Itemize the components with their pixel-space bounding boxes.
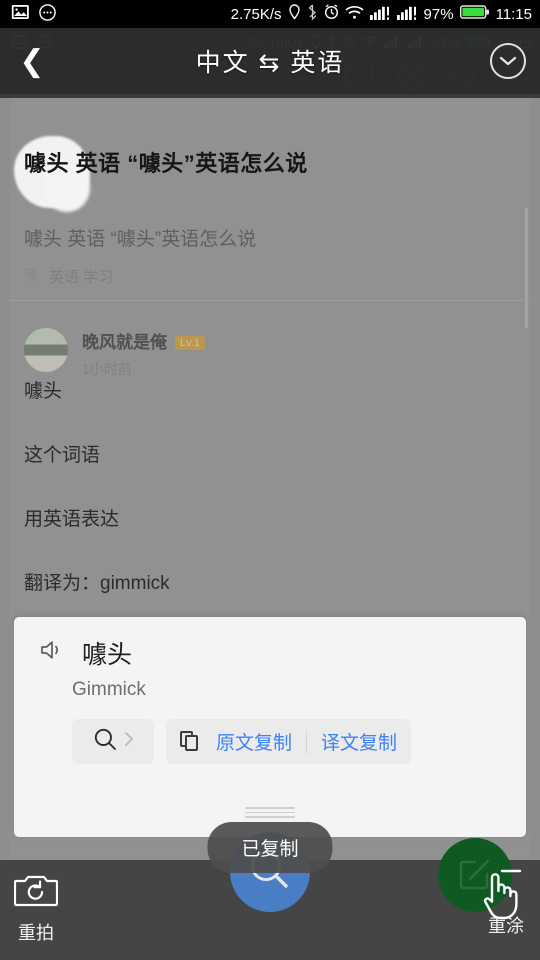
toast-message: 已复制 xyxy=(207,822,333,873)
tag-icon xyxy=(24,266,41,287)
location-icon xyxy=(288,4,301,24)
translate-header: ❮ 中文 ⇆ 英语 xyxy=(0,28,540,94)
level-badge: Lv.1 xyxy=(175,336,205,350)
poster-name-row: 晚风就是俺 Lv.1 xyxy=(82,328,205,353)
copy-icon[interactable] xyxy=(180,730,202,753)
copy-button-group: 原文复制 译文复制 xyxy=(166,719,412,764)
bottom-toolbar: 重拍 重涂 xyxy=(0,832,540,960)
answer-line-4: 翻译为：gimmick xyxy=(24,573,170,594)
poster-name: 晚风就是俺 xyxy=(82,333,167,352)
collapse-button[interactable] xyxy=(476,43,540,79)
retake-label: 重拍 xyxy=(18,923,54,943)
tag-row[interactable]: 英语 学习 xyxy=(24,266,113,287)
action-divider xyxy=(306,729,308,754)
signal-2-icon xyxy=(396,5,418,24)
scrollbar[interactable] xyxy=(525,208,528,328)
speaker-icon[interactable] xyxy=(40,639,66,668)
tag-label: 英语 学习 xyxy=(49,269,114,286)
alarm-icon xyxy=(324,4,339,24)
phone-screen: 29.19K/s 97% xyxy=(0,0,540,960)
clock: 11:15 xyxy=(495,5,532,23)
question-subtitle: 噱头 英语 “噱头”英语怎么说 xyxy=(24,229,257,250)
net-speed: 2.75K/s xyxy=(230,5,282,23)
copy-source-button[interactable]: 原文复制 xyxy=(216,728,292,755)
battery-icon xyxy=(459,4,490,24)
drag-handle-icon[interactable] xyxy=(245,807,295,819)
battery-percent: 97% xyxy=(423,5,454,23)
translate-title: 中文 ⇆ 英语 xyxy=(195,49,345,77)
poster-info[interactable]: 晚风就是俺 Lv.1 1小时前 xyxy=(24,328,205,379)
card-actions: 原文复制 译文复制 xyxy=(72,719,412,764)
source-word-row: 噱头 xyxy=(40,635,132,671)
answer-line-1: 噱头 xyxy=(24,381,63,402)
search-icon xyxy=(93,727,118,757)
avatar[interactable] xyxy=(24,328,68,372)
chat-icon xyxy=(39,3,56,25)
answer-line-2: 这个词语 xyxy=(24,445,101,466)
retake-button[interactable]: 重拍 xyxy=(13,872,59,945)
search-button[interactable] xyxy=(72,719,154,764)
chevron-right-icon xyxy=(124,731,134,752)
bluetooth-icon xyxy=(307,4,318,24)
pointing-hand-icon xyxy=(478,866,522,920)
wifi-icon xyxy=(344,5,364,24)
signal-1-icon xyxy=(369,5,391,24)
translation-result-card: 噱头 Gimmick 原文复制 译文复制 xyxy=(14,617,526,837)
answer-line-3: 用英语表达 xyxy=(24,509,120,530)
camera-retake-icon xyxy=(13,872,59,913)
source-word: 噱头 xyxy=(82,641,133,669)
question-title: 噱头 英语 “噱头”英语怎么说 xyxy=(24,151,308,176)
copy-target-button[interactable]: 译文复制 xyxy=(321,728,397,755)
back-chevron-icon[interactable]: ❮ xyxy=(0,44,64,79)
image-icon xyxy=(11,4,30,24)
poster-time: 1小时前 xyxy=(82,361,132,377)
status-bar: 2.75K/s 97% 11:15 xyxy=(0,0,540,28)
translated-word: Gimmick xyxy=(72,679,146,700)
chevron-down-circle-icon xyxy=(490,43,526,79)
divider-top xyxy=(10,300,530,301)
